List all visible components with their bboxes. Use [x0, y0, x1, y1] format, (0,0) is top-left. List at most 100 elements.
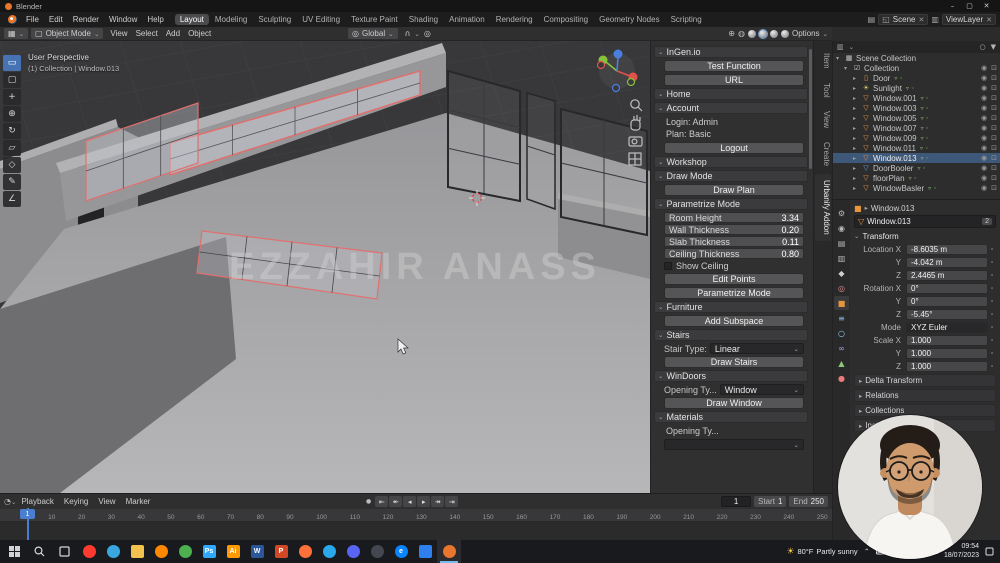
- disable-render-toggle-icon[interactable]: ⊡: [991, 64, 997, 72]
- keyframe-dot-icon[interactable]: ∘: [988, 272, 996, 279]
- outliner-item[interactable]: ▸ ▽ Window.005 ▿ ◦ ◉ ⊡: [833, 113, 1000, 123]
- menu-keying[interactable]: Keying: [59, 497, 93, 506]
- disable-render-toggle-icon[interactable]: ⊡: [991, 154, 997, 162]
- expand-caret-icon[interactable]: ▸: [853, 185, 861, 192]
- show-ceiling-checkbox[interactable]: Show Ceiling: [664, 261, 804, 271]
- disable-render-toggle-icon[interactable]: ⊡: [991, 164, 997, 172]
- number-field[interactable]: Wall Thickness 0.20: [664, 224, 804, 235]
- view-layer-unlink-icon[interactable]: ✕: [986, 16, 992, 24]
- tab-urbanify-addon[interactable]: Urbanify Addon: [815, 174, 831, 242]
- menu-window[interactable]: Window: [104, 14, 142, 25]
- menu-playback[interactable]: Playback: [16, 497, 58, 506]
- timeline-tracks[interactable]: [0, 522, 832, 540]
- test-function-button[interactable]: Test Function: [664, 60, 804, 72]
- keyframe-dot-icon[interactable]: ∘: [988, 363, 996, 370]
- collection-checkbox-icon[interactable]: ☑: [852, 64, 862, 72]
- outliner-item[interactable]: ▸ ▽ Window.003 ▿ ◦ ◉ ⊡: [833, 103, 1000, 113]
- maximize-button[interactable]: ▢: [961, 2, 978, 10]
- hide-viewport-toggle-icon[interactable]: ◉: [981, 164, 987, 172]
- tab-view[interactable]: View: [815, 105, 831, 134]
- hide-viewport-toggle-icon[interactable]: ◉: [981, 154, 987, 162]
- section-header-addon[interactable]: ⌄ InGen.io: [654, 46, 808, 58]
- workspace-sculpting[interactable]: Sculpting: [253, 14, 296, 25]
- users-count-badge[interactable]: 2: [982, 218, 992, 225]
- menu-render[interactable]: Render: [68, 14, 104, 25]
- tab-scene[interactable]: ◆: [834, 266, 849, 280]
- menu-help[interactable]: Help: [142, 14, 168, 25]
- keyframe-dot-icon[interactable]: ∘: [988, 311, 996, 318]
- value-field[interactable]: 2.4465 m: [906, 269, 988, 281]
- workspace-modeling[interactable]: Modeling: [210, 14, 252, 25]
- outliner-item[interactable]: ▸ ▽ Window.009 ▿ ◦ ◉ ⊡: [833, 133, 1000, 143]
- disable-render-toggle-icon[interactable]: ⊡: [991, 74, 997, 82]
- number-field[interactable]: Slab Thickness 0.11: [664, 236, 804, 247]
- outliner-item[interactable]: ▸ ▯ Door ▿ ◦ ◉ ⊡: [833, 73, 1000, 83]
- disable-render-toggle-icon[interactable]: ⊡: [991, 114, 997, 122]
- menu-select[interactable]: Select: [132, 29, 162, 38]
- add-subspace-button[interactable]: Add Subspace: [664, 315, 804, 327]
- window-frame-2[interactable]: [526, 92, 556, 211]
- expand-caret-icon[interactable]: ▸: [853, 145, 861, 152]
- chevron-down-icon[interactable]: ⌄: [414, 30, 419, 38]
- menu-view[interactable]: View: [93, 497, 120, 506]
- edit-points-button[interactable]: Edit Points: [664, 273, 804, 285]
- hide-viewport-toggle-icon[interactable]: ◉: [981, 124, 987, 132]
- disable-render-toggle-icon[interactable]: ⊡: [991, 104, 997, 112]
- editor-type-selector[interactable]: ▦ ⌄: [4, 28, 29, 39]
- view-layer-selector[interactable]: ViewLayer ✕: [941, 14, 996, 25]
- outliner-item[interactable]: ▸ ▽ floorPlan ▿ ◦ ◉ ⊡: [833, 173, 1000, 183]
- collapsed-panel-header[interactable]: ▸ Delta Transform: [854, 374, 996, 387]
- frame-end-field[interactable]: End 250: [789, 496, 828, 507]
- disable-render-toggle-icon[interactable]: ⊡: [991, 94, 997, 102]
- disable-render-toggle-icon[interactable]: ⊡: [991, 84, 997, 92]
- show-gizmo-icon[interactable]: ⊕: [728, 29, 735, 38]
- url-button[interactable]: URL: [664, 74, 804, 86]
- value-field[interactable]: 1.000: [906, 334, 988, 346]
- start-button[interactable]: [2, 540, 27, 563]
- keyframe-dot-icon[interactable]: ∘: [988, 350, 996, 357]
- section-header-furniture[interactable]: ⌄ Furniture: [654, 301, 808, 313]
- playhead-badge[interactable]: 1: [20, 509, 35, 519]
- tab-modifiers[interactable]: ≡: [834, 311, 849, 325]
- menu-object[interactable]: Object: [184, 29, 215, 38]
- transform-panel-header[interactable]: ⌄ Transform: [854, 230, 996, 242]
- expand-caret-icon[interactable]: ▸: [853, 165, 861, 172]
- tool-transform[interactable]: ◇: [3, 157, 21, 173]
- timeline-ruler[interactable]: 1102030405060708090100110120130140150160…: [0, 509, 832, 522]
- viewport-3d[interactable]: EZZAHIR ANASS ▭ ▢ + ⊕ ↻ ▱ ◇ ✎ ∠ User Per…: [0, 41, 650, 493]
- tool-cursor[interactable]: +: [3, 89, 21, 105]
- tool-tweak[interactable]: ▭: [3, 55, 21, 71]
- hide-viewport-toggle-icon[interactable]: ◉: [981, 64, 987, 72]
- window-frame-1[interactable]: [447, 69, 521, 203]
- collapsed-panel-header[interactable]: ▸ Relations: [854, 389, 996, 402]
- play[interactable]: ▸: [417, 496, 431, 507]
- workspace-uv-editing[interactable]: UV Editing: [297, 14, 345, 25]
- value-field[interactable]: XYZ Euler: [906, 321, 988, 333]
- tool-measure[interactable]: ∠: [3, 191, 21, 207]
- tab-material[interactable]: ●: [834, 371, 849, 385]
- hide-viewport-toggle-icon[interactable]: ◉: [981, 114, 987, 122]
- display-mode-icon[interactable]: ▤: [868, 15, 876, 24]
- value-field[interactable]: -5.45°: [906, 308, 988, 320]
- number-field[interactable]: Ceiling Thickness 0.80: [664, 248, 804, 259]
- expand-caret-icon[interactable]: ▸: [853, 85, 861, 92]
- weather-widget[interactable]: ☀ 80°F Partly sunny: [786, 547, 857, 557]
- scene-selector[interactable]: ◱ Scene ✕: [878, 14, 929, 25]
- hide-viewport-toggle-icon[interactable]: ◉: [981, 104, 987, 112]
- outliner-item[interactable]: ▸ ▽ Window.007 ▿ ◦ ◉ ⊡: [833, 123, 1000, 133]
- tool-move[interactable]: ⊕: [3, 106, 21, 122]
- frame-start-field[interactable]: Start 1: [754, 496, 787, 507]
- shading-material-icon[interactable]: [769, 29, 778, 38]
- draw-plan-button[interactable]: Draw Plan: [664, 184, 804, 196]
- workspace-layout[interactable]: Layout: [174, 14, 209, 25]
- value-field[interactable]: 0°: [906, 295, 988, 307]
- section-header-draw-mode[interactable]: ⌄ Draw Mode: [654, 170, 808, 182]
- tab-item[interactable]: Item: [815, 47, 831, 75]
- stair-type-dropdown[interactable]: Linear ⌄: [709, 343, 804, 354]
- keyframe-dot-icon[interactable]: ∘: [988, 337, 996, 344]
- expand-caret-icon[interactable]: ▸: [853, 95, 861, 102]
- section-header-materials[interactable]: ⌄ Materials: [654, 411, 808, 423]
- menu-edit[interactable]: Edit: [44, 14, 68, 25]
- section-header-account[interactable]: ⌄ Account: [654, 102, 808, 114]
- section-header-home[interactable]: ⌄ Home: [654, 88, 808, 100]
